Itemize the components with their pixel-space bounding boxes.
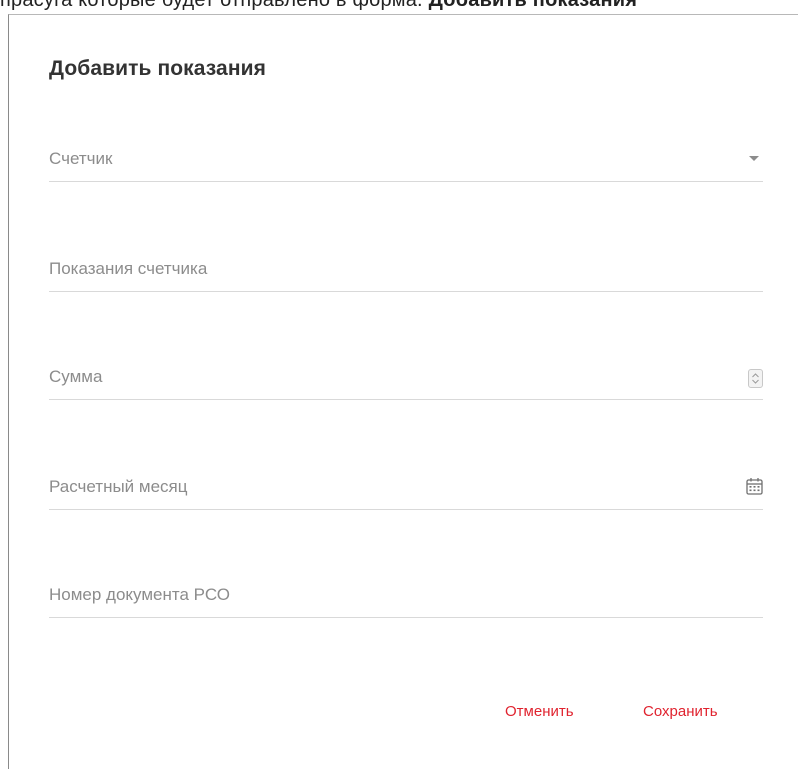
page: прасуга которые будет отправлено в форма… [0,0,798,769]
number-stepper-icon[interactable] [748,369,763,388]
rso-document-number-input[interactable]: Номер документа РСО [49,577,763,618]
meter-select[interactable]: Счетчик [49,141,763,182]
billing-month-input[interactable]: Расчетный месяц [49,469,763,510]
dialog-title: Добавить показания [49,57,266,80]
amount-label: Сумма [49,367,103,386]
save-button[interactable]: Сохранить [643,703,718,720]
background-caption: прасуга которые будет отправлено в форма… [0,0,798,12]
background-caption-text: прасуга которые будет отправлено в форма… [0,0,429,11]
calendar-icon[interactable] [746,477,763,495]
amount-input[interactable]: Сумма [49,359,763,400]
cancel-button[interactable]: Отменить [505,703,574,720]
background-caption-bold: Добавить показания [428,0,638,11]
billing-month-label: Расчетный месяц [49,477,188,496]
add-readings-dialog: Добавить показания Счетчик Показания сче… [8,14,798,769]
rso-document-number-label: Номер документа РСО [49,585,230,604]
chevron-down-icon[interactable] [749,147,759,161]
meter-select-label: Счетчик [49,149,113,168]
meter-reading-label: Показания счетчика [49,259,208,278]
meter-reading-input[interactable]: Показания счетчика [49,251,763,292]
